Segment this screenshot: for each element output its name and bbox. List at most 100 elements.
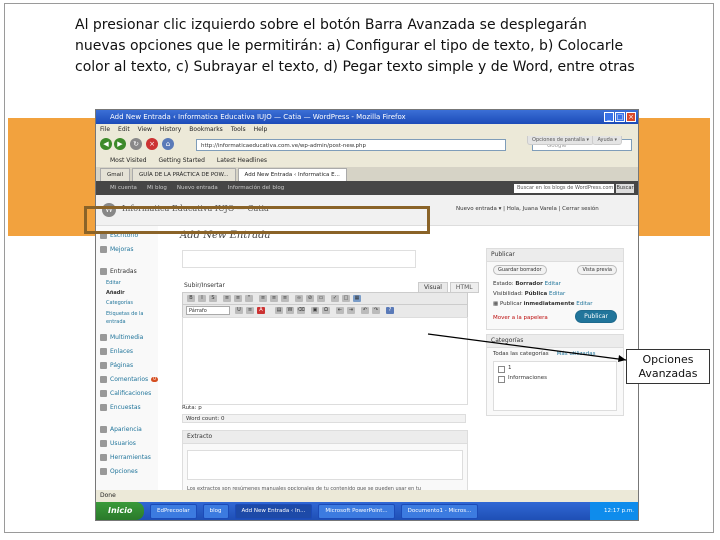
special-char-icon[interactable]: Ω — [322, 307, 330, 314]
link-icon[interactable]: ∞ — [295, 295, 303, 302]
format-select[interactable]: Párrafo — [186, 306, 230, 315]
tab-guia[interactable]: GUÍA DE LA PRÁCTICA DE POW... — [132, 168, 236, 182]
align-right-icon[interactable]: ≡ — [281, 295, 289, 302]
adminbar-info[interactable]: Información del blog — [228, 181, 284, 195]
taskbar-item[interactable]: Documento1 - Micros... — [400, 503, 479, 519]
sidebar-sub-etiquetas[interactable]: Etiquetas de la entrada — [106, 310, 154, 326]
tab-add-new-entrada[interactable]: Add New Entrada ‹ Informatica E... — [237, 168, 347, 182]
spellcheck-icon[interactable]: ✓ — [331, 295, 339, 302]
tab-most-used[interactable]: Más utilizadas — [557, 351, 596, 357]
wp-search-button[interactable]: Buscar — [616, 184, 634, 193]
menu-history[interactable]: History — [160, 124, 181, 135]
sidebar-item-entradas[interactable]: Entradas — [100, 268, 137, 275]
category-checkbox[interactable] — [498, 366, 505, 373]
adminbar-nuevo[interactable]: Nuevo entrada — [177, 181, 218, 195]
more-tag-icon[interactable]: ▭ — [317, 295, 325, 302]
sidebar-item-apariencia[interactable]: Apariencia — [100, 426, 142, 433]
adminbar-mi-blog[interactable]: Mi blog — [147, 181, 167, 195]
bookmarks-toolbar: Most Visited Getting Started Latest Head… — [96, 155, 638, 167]
align-center-icon[interactable]: ≡ — [270, 295, 278, 302]
help-button[interactable]: Ayuda ▾ — [592, 136, 622, 145]
sidebar-item-multimedia[interactable]: Multimedia — [100, 334, 143, 341]
bookmark-most-visited[interactable]: Most Visited — [110, 155, 147, 167]
numbered-list-icon[interactable]: ≡ — [234, 295, 242, 302]
undo-icon[interactable]: ↶ — [361, 307, 369, 314]
sidebar-item-comentarios[interactable]: Comentarios 0 — [100, 376, 159, 383]
excerpt-textarea[interactable] — [187, 450, 463, 480]
user-links[interactable]: Nuevo entrada ▾ | Hola, Juana Varela | C… — [456, 206, 599, 212]
browser-screenshot: Add New Entrada ‹ Informatica Educativa … — [96, 110, 638, 520]
sidebar-item-encuestas[interactable]: Encuestas — [100, 404, 141, 411]
screen-options-button[interactable]: Opciones de pantalla ▾ — [527, 136, 594, 145]
media-embed-icon[interactable]: ▣ — [311, 307, 319, 314]
maximize-icon[interactable]: □ — [615, 112, 625, 122]
post-title-input[interactable] — [182, 250, 416, 268]
tab-all-categories[interactable]: Todas las categorías — [493, 351, 549, 357]
forward-icon[interactable]: ▶ — [114, 138, 126, 150]
close-icon[interactable]: × — [626, 112, 636, 122]
sidebar-sub-anadir[interactable]: Añadir — [106, 290, 125, 296]
unlink-icon[interactable]: ⊘ — [306, 295, 314, 302]
paste-word-icon[interactable]: W — [286, 307, 294, 314]
menu-help[interactable]: Help — [254, 124, 268, 135]
wp-search-input[interactable]: Buscar en los blogs de WordPress.com — [514, 184, 614, 193]
preview-button[interactable]: Vista previa — [577, 265, 617, 275]
upload-insert-label[interactable]: Subir/Insertar — [184, 282, 225, 289]
menu-tools[interactable]: Tools — [231, 124, 246, 135]
text-color-icon[interactable]: A — [257, 307, 265, 314]
italic-icon[interactable]: I — [198, 295, 206, 302]
indent-icon[interactable]: ⇥ — [347, 307, 355, 314]
bold-icon[interactable]: B — [187, 295, 195, 302]
fullscreen-icon[interactable]: □ — [342, 295, 350, 302]
taskbar-item[interactable]: Add New Entrada ‹ In... — [234, 503, 313, 519]
remove-format-icon[interactable]: ⌫ — [297, 307, 305, 314]
home-icon[interactable]: ⌂ — [162, 138, 174, 150]
taskbar-item[interactable]: blog — [202, 503, 229, 519]
move-to-trash-link[interactable]: Mover a la papelera — [493, 315, 548, 321]
publish-button[interactable]: Publicar — [575, 310, 617, 323]
sidebar-item-calificaciones[interactable]: Calificaciones — [100, 390, 151, 397]
status-edit-link[interactable]: Editar — [545, 281, 561, 287]
category-checkbox[interactable] — [498, 376, 505, 383]
wp-sidebar: Escritorio Mejoras Entradas Editar Añadi… — [96, 226, 159, 502]
sidebar-item-enlaces[interactable]: Enlaces — [100, 348, 133, 355]
strikethrough-icon[interactable]: S — [209, 295, 217, 302]
align-left-icon[interactable]: ≡ — [259, 295, 267, 302]
schedule-edit-link[interactable]: Editar — [576, 301, 592, 307]
sidebar-sub-editar[interactable]: Editar — [106, 280, 121, 286]
sidebar-item-opciones[interactable]: Opciones — [100, 468, 138, 475]
sidebar-item-mejoras[interactable]: Mejoras — [100, 246, 133, 253]
visibility-edit-link[interactable]: Editar — [549, 291, 565, 297]
blockquote-icon[interactable]: " — [245, 295, 253, 302]
bookmark-latest-headlines[interactable]: Latest Headlines — [217, 155, 267, 167]
adminbar-mi-cuenta[interactable]: Mi cuenta — [110, 181, 137, 195]
taskbar-item[interactable]: Microsoft PowerPoint... — [318, 503, 395, 519]
redo-icon[interactable]: ↷ — [372, 307, 380, 314]
minimize-icon[interactable]: _ — [604, 112, 614, 122]
sidebar-item-paginas[interactable]: Páginas — [100, 362, 133, 369]
outdent-icon[interactable]: ⇤ — [336, 307, 344, 314]
bullet-list-icon[interactable]: ≡ — [223, 295, 231, 302]
start-button[interactable]: Inicio — [96, 502, 144, 520]
save-draft-button[interactable]: Guardar borrador — [493, 265, 547, 275]
help-icon[interactable]: ? — [386, 307, 394, 314]
tab-gmail[interactable]: Gmail — [100, 168, 131, 182]
stop-icon[interactable]: × — [146, 138, 158, 150]
kitchen-sink-icon[interactable]: ▦ — [353, 295, 361, 302]
menu-file[interactable]: File — [100, 124, 110, 135]
sidebar-item-herramientas[interactable]: Herramientas — [100, 454, 151, 461]
menu-edit[interactable]: Edit — [118, 124, 130, 135]
address-bar[interactable]: http://informaticaeducativa.com.ve/wp-ad… — [196, 139, 506, 151]
underline-icon[interactable]: U — [235, 307, 243, 314]
paste-text-icon[interactable]: ▤ — [275, 307, 283, 314]
menu-bookmarks[interactable]: Bookmarks — [189, 124, 223, 135]
back-icon[interactable]: ◀ — [100, 138, 112, 150]
sidebar-item-usuarios[interactable]: Usuarios — [100, 440, 136, 447]
taskbar-item[interactable]: EdPrecoolar — [150, 503, 197, 519]
bookmark-getting-started[interactable]: Getting Started — [159, 155, 205, 167]
post-content-editor[interactable] — [182, 317, 468, 405]
menu-view[interactable]: View — [138, 124, 152, 135]
justify-icon[interactable]: ≡ — [246, 307, 254, 314]
sidebar-sub-categorias[interactable]: Categorías — [106, 300, 133, 306]
reload-icon[interactable]: ↻ — [130, 138, 142, 150]
